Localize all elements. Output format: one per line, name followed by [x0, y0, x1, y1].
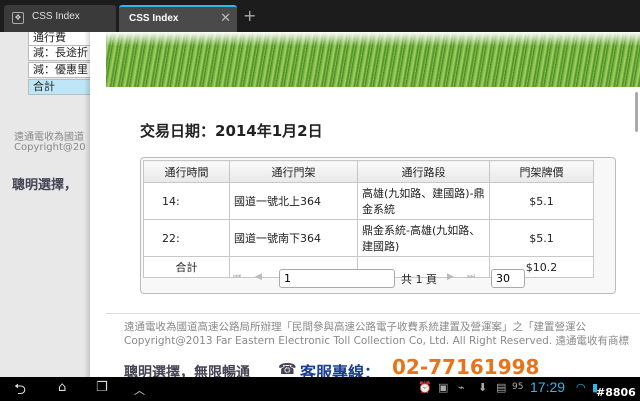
transaction-table-panel: 通行時間 通行門架 通行路段 門架牌價 14: 國道一號北上364 高雄(九如路…	[140, 157, 616, 294]
left-footer-line: Copyright@20	[14, 142, 86, 153]
transaction-date: 交易日期：2014年1月2日	[140, 122, 323, 140]
main-page: 交易日期：2014年1月2日 通行時間 通行門架 通行路段 門架牌價 14: 國…	[90, 32, 640, 377]
pagination-bar: ⏮ ◀ 1 共 1 頁 ▶ ⏭ 30	[143, 268, 613, 290]
left-footer-line: 遠通電收為國道	[14, 132, 84, 143]
battery-level: 95	[512, 382, 524, 392]
footer-divider	[106, 313, 640, 314]
last-page-icon[interactable]: ⏭	[467, 272, 475, 282]
hotline-label[interactable]: 客服專線：	[300, 359, 380, 377]
cell-time: 22:	[143, 219, 230, 257]
system-clock[interactable]: 17:29	[530, 379, 565, 395]
alarm-icon: ⏰	[418, 381, 432, 394]
left-menu-item: 通行費	[28, 32, 90, 46]
left-menu-item: 減：優惠里	[28, 62, 90, 78]
background-page[interactable]: 通行費 減：長途折 減：優惠里 合計 遠通電收為國道 Copyright@20 …	[0, 32, 90, 377]
usb-icon: ⌁	[458, 381, 465, 394]
scrollbar[interactable]	[635, 92, 638, 132]
cell-section: 鼎金系統-高雄(九如路、建國路)	[357, 219, 490, 257]
download-icon: ⬇	[478, 381, 488, 394]
system-nav-bar: ⮌ ⌂ ❐ ︿ ⏰ ▣ ⌁ ⬇ ▤ 95 17:29 ◠ ▮	[0, 377, 640, 401]
header-gantry[interactable]: 通行門架	[229, 160, 358, 183]
hotline-number[interactable]: 02-77161998	[392, 355, 539, 377]
cell-price: $5.1	[489, 182, 594, 220]
transaction-table: 通行時間 通行門架 通行路段 門架牌價 14: 國道一號北上364 高雄(九如路…	[143, 160, 594, 278]
close-icon[interactable]: ✕	[220, 11, 231, 26]
page-size-input[interactable]: 30	[491, 269, 525, 288]
page-total-label: 共 1 頁	[401, 273, 437, 286]
header-time[interactable]: 通行時間	[143, 160, 230, 183]
screenshot-icon: ▣	[438, 381, 449, 394]
tab-css-index-1[interactable]: ❖ CSS Index	[4, 5, 116, 32]
slogan: 聰明選擇，無限暢通	[124, 365, 250, 377]
table-row[interactable]: 22: 國道一號南下364 鼎金系統-高雄(九如路、建國路) $5.1	[143, 219, 594, 257]
prev-page-icon[interactable]: ◀	[255, 272, 262, 282]
new-tab-button[interactable]: +	[243, 6, 256, 25]
cell-gantry: 國道一號南下364	[229, 219, 358, 257]
footer-notice: 遠通電收為國道高速公路局所辦理「民間參與高速公路電子收費系統建置及營運案」之「建…	[124, 321, 586, 333]
cell-gantry: 國道一號北上364	[229, 182, 358, 220]
tab-css-index-2[interactable]: CSS Index ✕	[119, 5, 237, 32]
next-page-icon[interactable]: ▶	[447, 272, 454, 282]
first-page-icon[interactable]: ⏮	[233, 272, 241, 282]
notification-icon: ▤	[496, 381, 507, 394]
browser-tab-bar: ❖ CSS Index CSS Index ✕ +	[0, 0, 640, 32]
header-section[interactable]: 通行路段	[357, 160, 490, 183]
recent-apps-icon[interactable]: ❐	[96, 380, 108, 395]
header-price[interactable]: 門架牌價	[489, 160, 594, 183]
left-menu-item: 合計	[28, 79, 90, 95]
table-row[interactable]: 14: 國道一號北上364 高雄(九如路、建國路)-鼎金系統 $5.1	[143, 182, 594, 220]
favicon-icon: ❖	[12, 12, 24, 24]
tab-title: CSS Index	[32, 11, 80, 22]
menu-up-icon[interactable]: ︿	[134, 382, 145, 398]
left-slogan: 聰明選擇，	[12, 178, 78, 193]
phone-icon: ☎	[278, 360, 297, 377]
cell-time: 14:	[143, 182, 230, 220]
grass-banner	[106, 32, 640, 87]
cell-section: 高雄(九如路、建國路)-鼎金系統	[357, 182, 490, 220]
page-number-input[interactable]: 1	[279, 269, 395, 288]
watermark: #8806	[596, 386, 636, 399]
home-icon[interactable]: ⌂	[58, 380, 66, 395]
left-menu-item: 減：長途折	[28, 45, 90, 61]
cell-price: $5.1	[489, 219, 594, 257]
tab-title: CSS Index	[129, 13, 179, 24]
back-icon[interactable]: ⮌	[14, 379, 26, 401]
footer-copyright: Copyright@2013 Far Eastern Electronic To…	[124, 335, 629, 347]
wifi-icon: ◠	[576, 381, 586, 394]
